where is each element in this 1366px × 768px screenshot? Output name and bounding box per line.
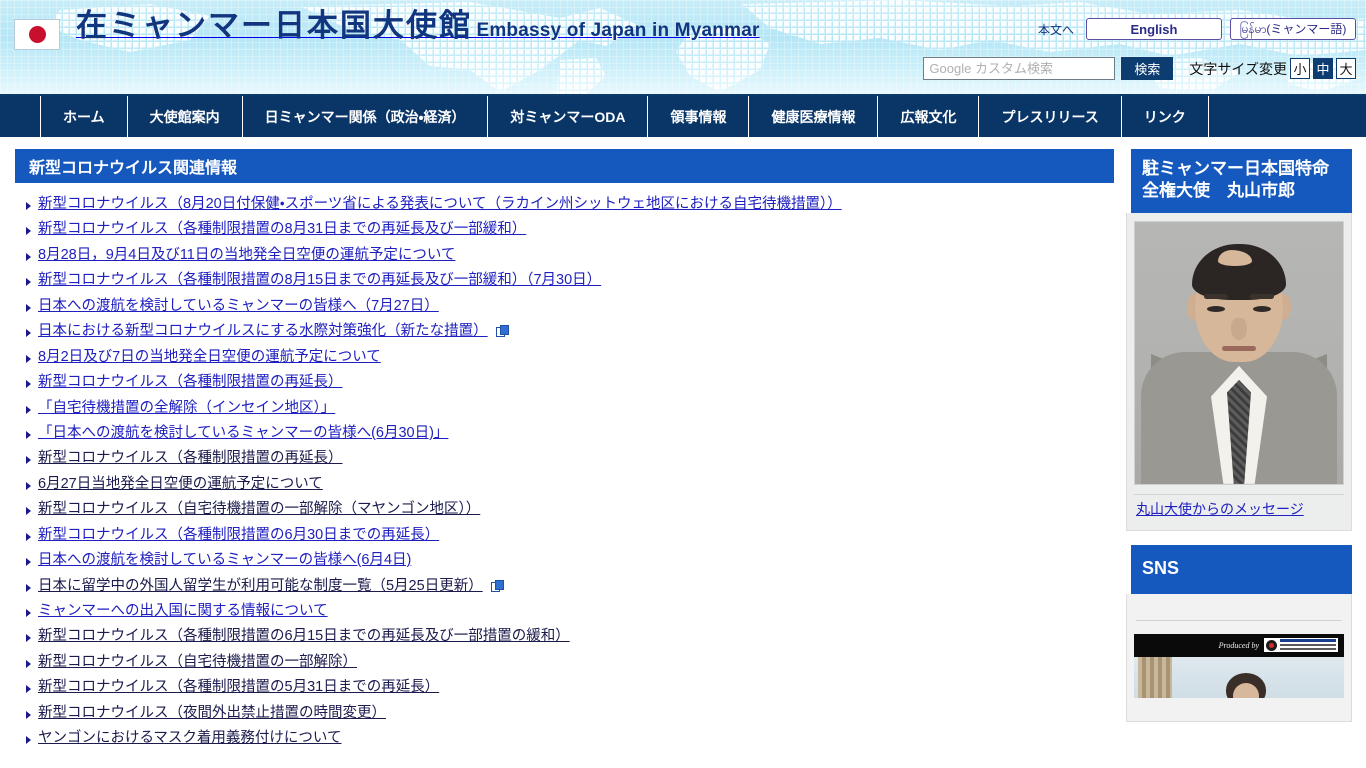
language-english-button[interactable]: English xyxy=(1086,18,1222,40)
article-link-21[interactable]: 新型コロナウイルス（夜間外出禁止措置の時間変更） xyxy=(38,705,386,721)
ambassador-message-link[interactable]: 丸山大使からのメッセージ xyxy=(1134,493,1344,521)
article-link-20[interactable]: 新型コロナウイルス（各種制限措置の5月31日までの再延長） xyxy=(38,679,439,695)
article-link-22[interactable]: ヤンゴンにおけるマスク着用義務付けについて xyxy=(38,730,341,746)
nav-item-2[interactable]: 大使館案内 xyxy=(126,96,242,137)
list-item: 日本への渡航を検討しているミャンマーの皆様へ（7月27日） xyxy=(24,298,1114,315)
article-link-5[interactable]: 日本への渡航を検討しているミャンマーの皆様へ（7月27日） xyxy=(38,298,439,314)
ambassador-portrait-photo xyxy=(1134,220,1344,485)
article-link-14[interactable]: 新型コロナウイルス（各種制限措置の6月30日までの再延長） xyxy=(38,527,439,543)
article-link-4[interactable]: 新型コロナウイルス（各種制限措置の8月15日までの再延長及び一部緩和）（7月30… xyxy=(38,272,601,288)
list-item: 8月28日，9月4日及び11日の当地発全日空便の運航予定について xyxy=(24,247,1114,264)
article-link-18[interactable]: 新型コロナウイルス（各種制限措置の6月15日までの再延長及び一部措置の緩和） xyxy=(38,628,570,644)
article-link-16[interactable]: 日本に留学中の外国人留学生が利用可能な制度一覧（5月25日更新） xyxy=(38,578,483,594)
article-link-19[interactable]: 新型コロナウイルス（自宅待機措置の一部解除） xyxy=(38,654,357,670)
ambassador-box: 駐ミャンマー日本国特命全権大使 丸山市郎 丸山大使からのメッセージ xyxy=(1126,149,1352,531)
article-link-2[interactable]: 新型コロナウイルス（各種制限措置の8月31日までの再延長及び一部緩和） xyxy=(38,221,526,237)
article-link-12[interactable]: 6月27日当地発全日空便の運航予定について xyxy=(38,476,323,492)
nav-item-5[interactable]: 領事情報 xyxy=(647,96,748,137)
list-item: 新型コロナウイルス（各種制限措置の8月15日までの再延長及び一部緩和）（7月30… xyxy=(24,272,1114,289)
sns-title: SNS xyxy=(1126,544,1352,594)
font-size-large-button[interactable]: 大 xyxy=(1336,58,1356,79)
list-item: 日本に留学中の外国人留学生が利用可能な制度一覧（5月25日更新） xyxy=(24,578,1114,595)
article-link-11[interactable]: 新型コロナウイルス（各種制限措置の再延長） xyxy=(38,450,343,466)
article-link-8[interactable]: 新型コロナウイルス（各種制限措置の再延長） xyxy=(38,374,343,390)
search-bar: 検索 文字サイズ変更 小 中 大 xyxy=(923,57,1356,80)
main-content: 新型コロナウイルス関連情報 新型コロナウイルス（8月20日付保健・スポーツ省によ… xyxy=(10,149,1114,757)
nav-item-4[interactable]: 対ミャンマーODA xyxy=(487,96,647,137)
list-item: 6月27日当地発全日空便の運航予定について xyxy=(24,476,1114,493)
nav-item-6[interactable]: 健康医療情報 xyxy=(748,96,877,137)
japan-flag-icon xyxy=(14,19,60,50)
list-item: 8月2日及び7日の当地発全日空便の運航予定について xyxy=(24,349,1114,366)
site-logo-link[interactable]: 在ミャンマー日本国大使館 Embassy of Japan in Myanmar xyxy=(14,10,760,50)
page-title: 新型コロナウイルス関連情報 xyxy=(10,149,1114,183)
article-link-17[interactable]: ミャンマーへの出入国に関する情報について xyxy=(38,603,328,619)
nav-item-1[interactable]: ホーム xyxy=(40,96,127,137)
nav-item-8[interactable]: プレスリリース xyxy=(978,96,1120,137)
ambassador-title: 駐ミャンマー日本国特命全権大使 丸山市郎 xyxy=(1126,149,1352,213)
article-link-13[interactable]: 新型コロナウイルス（自宅待機措置の一部解除（マヤンゴン地区）） xyxy=(38,501,480,517)
language-myanmar-button[interactable]: မြန်မာ(ミャンマー語) xyxy=(1230,18,1356,40)
site-title-jp: 在ミャンマー日本国大使館 xyxy=(76,8,472,43)
article-link-9[interactable]: 「自宅待機措置の全解除（インセイン地区）」 xyxy=(38,400,335,416)
list-item: 新型コロナウイルス（自宅待機措置の一部解除） xyxy=(24,654,1114,671)
nav-item-9[interactable]: リンク xyxy=(1120,96,1209,137)
page-body: 新型コロナウイルス関連情報 新型コロナウイルス（8月20日付保健・スポーツ省によ… xyxy=(0,137,1366,757)
video-scene xyxy=(1134,656,1344,698)
site-header: 在ミャンマー日本国大使館 Embassy of Japan in Myanmar… xyxy=(0,0,1366,96)
list-item: 新型コロナウイルス（自宅待機措置の一部解除（マヤンゴン地区）） xyxy=(24,501,1114,518)
font-size-small-button[interactable]: 小 xyxy=(1290,58,1310,79)
list-item: 新型コロナウイルス（各種制限措置の再延長） xyxy=(24,374,1114,391)
article-link-15[interactable]: 日本への渡航を検討しているミャンマーの皆様へ(6月4日) xyxy=(38,552,411,568)
search-input[interactable] xyxy=(923,57,1116,80)
list-item: 日本における新型コロナウイルスにする水際対策強化（新たな措置） xyxy=(24,323,1114,340)
article-link-1[interactable]: 新型コロナウイルス（8月20日付保健・スポーツ省による発表について（ラカイン州シ… xyxy=(38,196,842,212)
main-navigation: ホーム 大使館案内 日ミャンマー関係（政治・経済） 対ミャンマーODA 領事情報 健康医療… xyxy=(0,96,1366,137)
nav-item-7[interactable]: 広報文化 xyxy=(877,96,978,137)
list-item: 日本への渡航を検討しているミャンマーの皆様へ(6月4日) xyxy=(24,552,1114,569)
external-link-icon xyxy=(490,579,504,592)
producer-logo-icon xyxy=(1264,638,1338,653)
search-button[interactable]: 検索 xyxy=(1121,57,1174,80)
skip-to-content-link[interactable]: 本文へ xyxy=(1034,19,1078,40)
list-item: 新型コロナウイルス（各種制限措置の6月15日までの再延長及び一部措置の緩和） xyxy=(24,628,1114,645)
article-link-6[interactable]: 日本における新型コロナウイルスにする水際対策強化（新たな措置） xyxy=(38,323,488,339)
article-link-7[interactable]: 8月2日及び7日の当地発全日空便の運航予定について xyxy=(38,349,381,365)
list-item: 「日本への渡航を検討しているミャンマーの皆様へ(6月30日)」 xyxy=(24,425,1114,442)
list-item: 新型コロナウイルス（各種制限措置の6月30日までの再延長） xyxy=(24,527,1114,544)
font-size-medium-button[interactable]: 中 xyxy=(1313,58,1333,79)
list-item: ヤンゴンにおけるマスク着用義務付けについて xyxy=(24,730,1114,747)
article-link-10[interactable]: 「日本への渡航を検討しているミャンマーの皆様へ(6月30日)」 xyxy=(38,425,448,441)
sns-divider xyxy=(1136,619,1342,621)
list-item: 新型コロナウイルス（8月20日付保健・スポーツ省による発表について（ラカイン州シ… xyxy=(24,196,1114,213)
font-size-label: 文字サイズ変更 xyxy=(1189,60,1287,77)
article-link-list: 新型コロナウイルス（8月20日付保健・スポーツ省による発表について（ラカイン州シ… xyxy=(10,183,1114,747)
list-item: 新型コロナウイルス（各種制限措置の8月31日までの再延長及び一部緩和） xyxy=(24,221,1114,238)
list-item: 新型コロナウイルス（各種制限措置の5月31日までの再延長） xyxy=(24,679,1114,696)
list-item: 新型コロナウイルス（各種制限措置の再延長） xyxy=(24,450,1114,467)
article-link-3[interactable]: 8月28日，9月4日及び11日の当地発全日空便の運航予定について xyxy=(38,247,455,263)
list-item: ミャンマーへの出入国に関する情報について xyxy=(24,603,1114,620)
video-produced-by-label: Produced by xyxy=(1218,640,1259,650)
sns-box: SNS Produced by xyxy=(1126,544,1352,722)
list-item: 「自宅待機措置の全解除（インセイン地区）」 xyxy=(24,400,1114,417)
list-item: 新型コロナウイルス（夜間外出禁止措置の時間変更） xyxy=(24,705,1114,722)
utility-bar: 本文へ English မြန်မာ(ミャンマー語) xyxy=(1034,18,1356,40)
nav-item-3[interactable]: 日ミャンマー関係（政治・経済） xyxy=(241,96,488,137)
sns-video-thumbnail[interactable]: Produced by xyxy=(1134,633,1344,698)
sidebar: 駐ミャンマー日本国特命全権大使 丸山市郎 丸山大使からのメッセージ SNS Pr… xyxy=(1126,149,1352,757)
site-title-en: Embassy of Japan in Myanmar xyxy=(476,20,760,41)
external-link-icon xyxy=(495,325,509,338)
